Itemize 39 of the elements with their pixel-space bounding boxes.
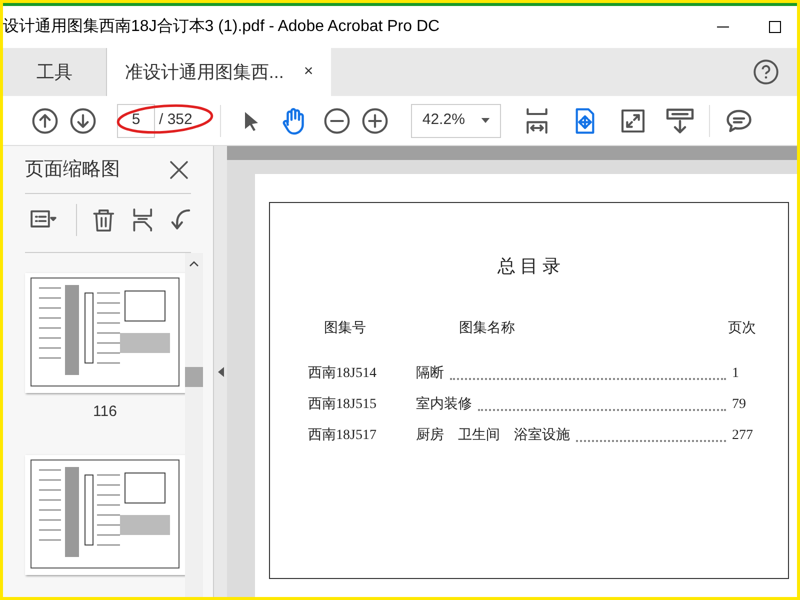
tab-label: 工具	[36, 60, 72, 84]
page-count: / 352	[159, 110, 192, 130]
zoom-in-icon[interactable]	[361, 106, 390, 134]
scrollbar[interactable]	[185, 252, 203, 597]
page-reference: 277	[732, 427, 752, 445]
page-number-field[interactable]: 5	[117, 104, 155, 138]
page-reference: 79	[732, 396, 747, 414]
page-reference: 1	[732, 365, 740, 383]
window-title: 设计通用图集西南18J合订本3 (1).pdf - Adobe Acrobat Pro DC	[3, 16, 440, 37]
tab-label: 准设计通用图集西...	[124, 60, 284, 84]
help-icon[interactable]	[753, 59, 779, 85]
atlas-name: 隔断	[416, 364, 444, 383]
arrow-up-circle-icon[interactable]	[31, 106, 59, 134]
page-label: 116	[93, 402, 117, 422]
atlas-name: 厨房 卫生间 浴室设施	[416, 426, 570, 445]
scroll-mode-icon[interactable]	[665, 106, 696, 136]
panel-title: 页面缩略图	[25, 158, 120, 182]
zoom-dropdown[interactable]: 42.2%	[411, 104, 502, 138]
scroll-up-icon[interactable]	[189, 260, 199, 266]
maximize-icon[interactable]	[769, 21, 781, 33]
column-header: 图集号	[324, 320, 366, 338]
full-screen-icon[interactable]	[619, 106, 648, 134]
scrollbar-thumb[interactable]	[185, 366, 203, 386]
tab[interactable]: 准设计通用图集西... ×	[107, 48, 331, 96]
page-thumbnail[interactable]	[25, 455, 185, 575]
document-heading: 总 目 录	[498, 255, 560, 278]
atlas-code: 西南18J517	[308, 426, 378, 445]
page-thumbnail[interactable]	[25, 272, 185, 392]
zoom-out-icon[interactable]	[323, 106, 352, 134]
tab-close-button[interactable]: ×	[304, 60, 314, 84]
atlas-code: 西南18J515	[308, 396, 378, 414]
atlas-code: 西南18J514	[308, 364, 378, 383]
column-header: 页次	[728, 320, 756, 338]
collapse-arrow-icon[interactable]	[218, 366, 224, 376]
caret-icon[interactable]	[481, 118, 490, 123]
zoom-value: 42.2%	[422, 110, 465, 130]
arrow-down-circle-icon[interactable]	[69, 106, 97, 134]
column-header: 图集名称	[459, 320, 515, 338]
atlas-name: 室内装修	[416, 395, 472, 414]
